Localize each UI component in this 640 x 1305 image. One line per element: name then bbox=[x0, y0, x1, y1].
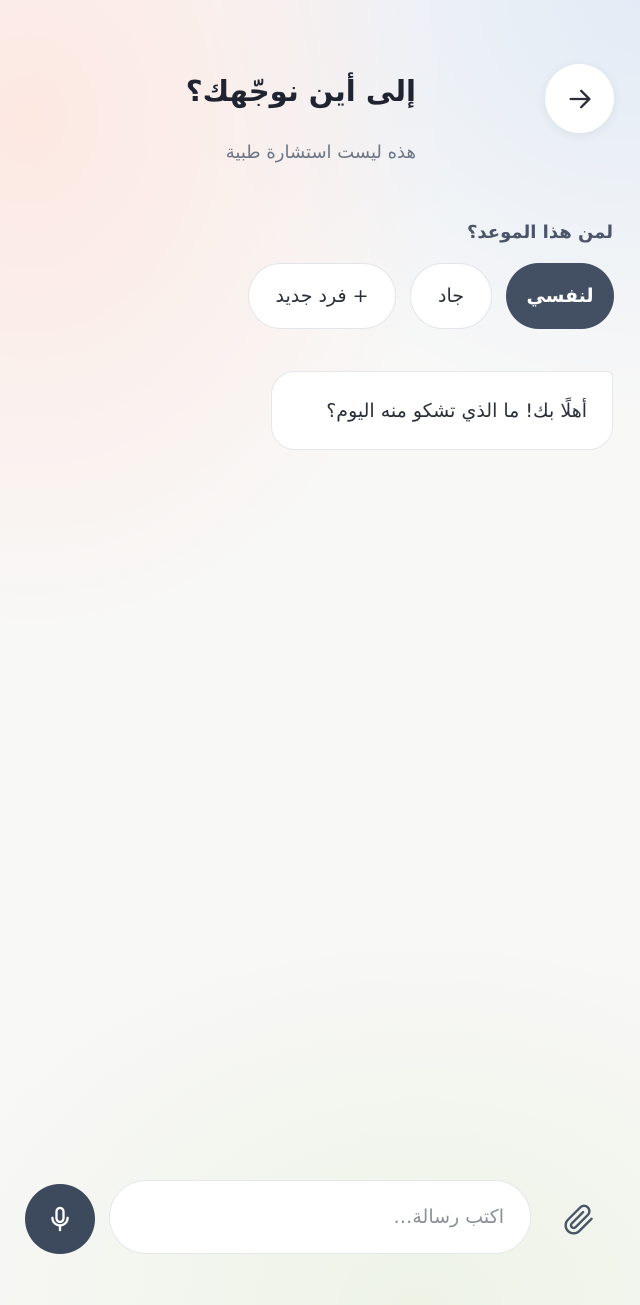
back-button[interactable] bbox=[545, 64, 614, 133]
microphone-icon bbox=[46, 1205, 74, 1233]
page-subtitle: هذه ليست استشارة طبية bbox=[225, 142, 416, 163]
chat-message-bubble: أهلًا بك! ما الذي تشكو منه اليوم؟ bbox=[271, 371, 613, 450]
message-input[interactable] bbox=[109, 1180, 531, 1254]
arrow-right-icon bbox=[566, 85, 594, 113]
paperclip-icon bbox=[563, 1204, 595, 1236]
page-title: إلى أين نوجّهك؟ bbox=[185, 74, 416, 108]
appointment-question: لمن هذا الموعد؟ bbox=[466, 222, 613, 243]
option-self-chip[interactable]: لنفسي bbox=[506, 263, 614, 329]
option-jad-chip[interactable]: جاد bbox=[410, 263, 492, 329]
appointment-options: لنفسي جاد + فرد جديد bbox=[248, 263, 614, 329]
microphone-button[interactable] bbox=[25, 1184, 95, 1254]
attach-button[interactable] bbox=[558, 1199, 600, 1241]
add-new-member-chip[interactable]: + فرد جديد bbox=[248, 263, 396, 329]
